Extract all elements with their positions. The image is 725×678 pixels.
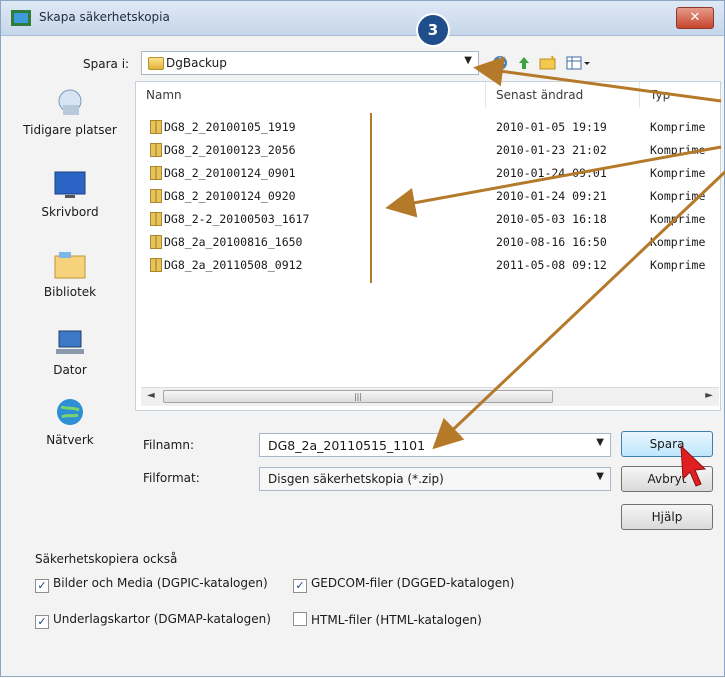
place-dator[interactable]: Dator <box>11 327 129 377</box>
file-type: Komprime <box>650 166 706 180</box>
file-date: 2010-01-24 09:01 <box>496 166 607 180</box>
file-row[interactable]: DG8_2_20100105_1919 2010-01-05 19:19 Kom… <box>136 116 720 139</box>
place-label: Bibliotek <box>43 285 97 299</box>
scroll-thumb[interactable]: ||| <box>163 390 553 403</box>
zip-file-icon <box>150 189 162 203</box>
place-label: Tidigare platser <box>23 123 117 137</box>
place-tidigare-platser[interactable]: Tidigare platser <box>11 87 129 137</box>
save-in-label: Spara i: <box>83 57 130 71</box>
file-date: 2010-05-03 16:18 <box>496 212 607 226</box>
file-type: Komprime <box>650 258 706 272</box>
title-bar: Skapa säkerhetskopia ✕ <box>1 1 724 36</box>
folder-icon <box>148 57 164 70</box>
file-row[interactable]: DG8_2-2_20100503_1617 2010-05-03 16:18 K… <box>136 208 720 231</box>
file-name: DG8_2-2_20100503_1617 <box>164 212 310 226</box>
column-header-type[interactable]: Typ <box>640 82 720 108</box>
file-date: 2011-05-08 09:12 <box>496 258 607 272</box>
step-badge: 3 <box>418 15 448 45</box>
places-bar: Tidigare platser Skrivbord Bibliotek Dat… <box>11 79 129 489</box>
chevron-down-icon[interactable]: ▼ <box>596 471 604 482</box>
filename-input[interactable]: DG8_2a_20110515_1101 ▼ <box>259 433 611 457</box>
also-backup-heading: Säkerhetskopiera också <box>35 552 178 566</box>
library-icon <box>54 252 86 279</box>
file-row[interactable]: DG8_2a_20100816_1650 2010-08-16 16:50 Ko… <box>136 231 720 254</box>
network-globe-icon <box>57 399 83 425</box>
app-icon <box>11 10 31 26</box>
fileformat-label: Filformat: <box>143 471 200 485</box>
file-type: Komprime <box>650 120 706 134</box>
close-button[interactable]: ✕ <box>676 7 714 29</box>
file-name: DG8_2a_20110508_0912 <box>164 258 303 272</box>
place-natverk[interactable]: Nätverk <box>11 397 129 447</box>
file-row[interactable]: DG8_2_20100124_0901 2010-01-24 09:01 Kom… <box>136 162 720 185</box>
zip-file-icon <box>150 120 162 134</box>
chevron-down-icon[interactable]: ▼ <box>596 437 604 448</box>
help-button[interactable]: Hjälp <box>621 504 713 530</box>
file-name: DG8_2_20100105_1919 <box>164 120 296 134</box>
checkbox-box[interactable]: ✓ <box>35 615 49 629</box>
computer-icon <box>56 330 84 354</box>
cancel-button[interactable]: Avbryt <box>621 466 713 492</box>
chevron-down-icon: ▼ <box>464 55 472 66</box>
save-backup-dialog: Skapa säkerhetskopia ✕ 3 Spara i: DgBack… <box>0 0 725 677</box>
file-row[interactable]: DG8_2_20100123_2056 2010-01-23 21:02 Kom… <box>136 139 720 162</box>
zip-file-icon <box>150 143 162 157</box>
filename-label: Filnamn: <box>143 438 194 452</box>
file-name: DG8_2_20100124_0920 <box>164 189 296 203</box>
checkbox-box[interactable] <box>293 612 307 626</box>
checkbox-label: GEDCOM-filer (DGGED-katalogen) <box>311 576 515 590</box>
window-title: Skapa säkerhetskopia <box>39 10 170 24</box>
view-menu-icon[interactable] <box>565 55 591 73</box>
checkbox-box[interactable]: ✓ <box>35 579 49 593</box>
checkbox-dgmap[interactable]: ✓ Underlagskartor (DGMAP-katalogen) <box>35 612 271 629</box>
file-name: DG8_2a_20100816_1650 <box>164 235 303 249</box>
back-globe-icon[interactable] <box>491 55 509 73</box>
recent-places-icon <box>58 89 82 115</box>
desktop-icon <box>54 171 86 198</box>
fileformat-select[interactable]: Disgen säkerhetskopia (*.zip) ▼ <box>259 467 611 491</box>
file-type: Komprime <box>650 235 706 249</box>
scroll-right-icon[interactable]: ► <box>705 390 713 401</box>
save-in-combo[interactable]: DgBackup ▼ <box>141 51 479 75</box>
place-label: Dator <box>53 363 87 377</box>
filename-value: DG8_2a_20110515_1101 <box>268 438 426 453</box>
file-date: 2010-01-24 09:21 <box>496 189 607 203</box>
file-date: 2010-01-23 21:02 <box>496 143 607 157</box>
save-button[interactable]: Spara <box>621 431 713 457</box>
place-skrivbord[interactable]: Skrivbord <box>11 169 129 219</box>
checkbox-box[interactable]: ✓ <box>293 579 307 593</box>
zip-file-icon <box>150 235 162 249</box>
scroll-left-icon[interactable]: ◄ <box>147 390 155 401</box>
file-name: DG8_2_20100123_2056 <box>164 143 296 157</box>
file-date: 2010-08-16 16:50 <box>496 235 607 249</box>
file-name: DG8_2_20100124_0901 <box>164 166 296 180</box>
column-header-date[interactable]: Senast ändrad <box>486 82 640 108</box>
place-label: Nätverk <box>46 433 94 447</box>
file-type: Komprime <box>650 143 706 157</box>
place-label: Skrivbord <box>41 205 99 219</box>
checkbox-dgpic[interactable]: ✓ Bilder och Media (DGPIC-katalogen) <box>35 576 268 593</box>
file-type: Komprime <box>650 189 706 203</box>
file-list[interactable]: Namn Senast ändrad Typ DG8_2_20100105_19… <box>135 81 721 411</box>
zip-file-icon <box>150 166 162 180</box>
checkbox-label: Bilder och Media (DGPIC-katalogen) <box>53 576 268 590</box>
file-row[interactable]: DG8_2_20100124_0920 2010-01-24 09:21 Kom… <box>136 185 720 208</box>
place-bibliotek[interactable]: Bibliotek <box>11 249 129 299</box>
checkbox-dgged[interactable]: ✓ GEDCOM-filer (DGGED-katalogen) <box>293 576 514 593</box>
checkbox-label: HTML-filer (HTML-katalogen) <box>311 613 482 627</box>
save-in-value: DgBackup <box>166 56 227 70</box>
new-folder-icon[interactable] <box>539 55 557 73</box>
file-row[interactable]: DG8_2a_20110508_0912 2011-05-08 09:12 Ko… <box>136 254 720 277</box>
zip-file-icon <box>150 212 162 226</box>
horizontal-scrollbar[interactable]: ◄ ||| ► <box>141 387 719 406</box>
file-date: 2010-01-05 19:19 <box>496 120 607 134</box>
checkbox-html[interactable]: HTML-filer (HTML-katalogen) <box>293 612 482 627</box>
column-header-name[interactable]: Namn <box>136 82 486 108</box>
file-type: Komprime <box>650 212 706 226</box>
checkbox-label: Underlagskartor (DGMAP-katalogen) <box>53 612 271 626</box>
zip-file-icon <box>150 258 162 272</box>
fileformat-value: Disgen säkerhetskopia (*.zip) <box>268 472 444 486</box>
up-folder-icon[interactable] <box>515 55 533 73</box>
